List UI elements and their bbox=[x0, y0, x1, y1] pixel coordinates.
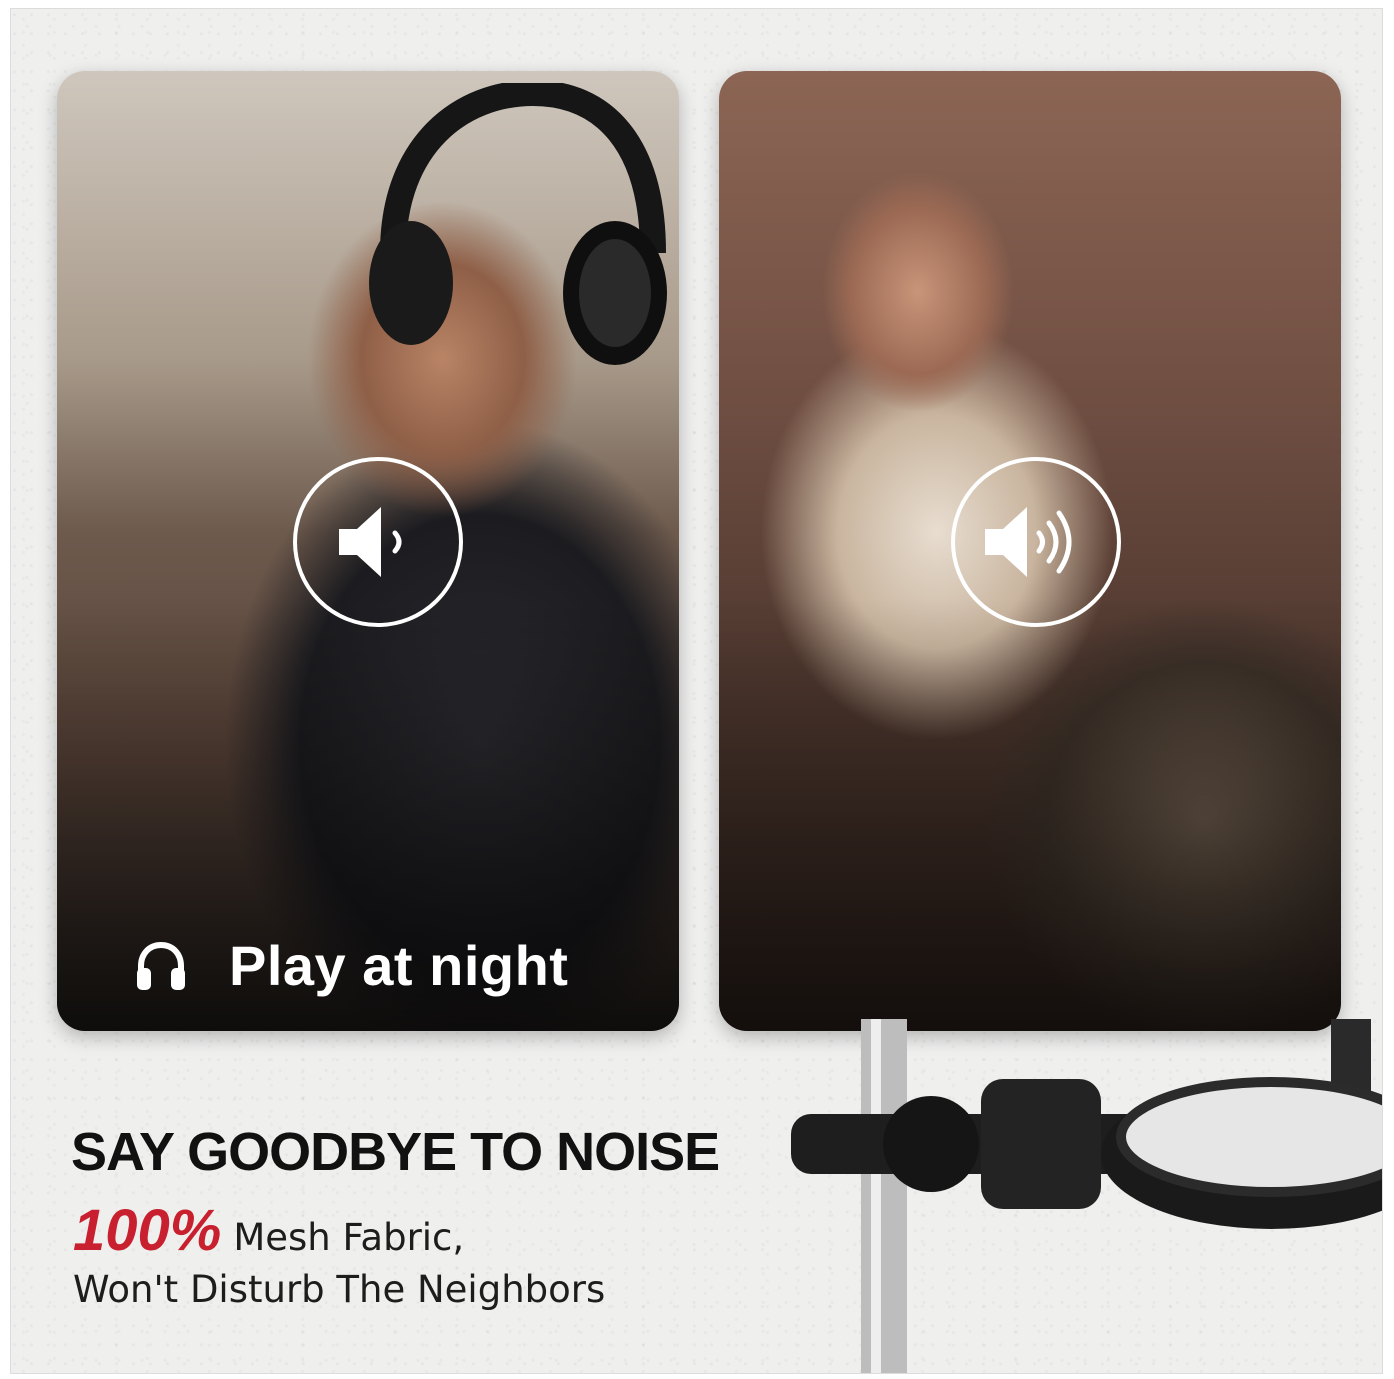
description-line-2: Won't Disturb The Neighbors bbox=[73, 1268, 606, 1311]
description-line-1: 100% Mesh Fabric, bbox=[73, 1202, 605, 1264]
speaker-low-volume-icon bbox=[339, 507, 402, 577]
card-loud bbox=[719, 71, 1341, 1031]
high-volume-indicator bbox=[951, 457, 1121, 627]
speaker-high-volume-icon bbox=[985, 507, 1072, 577]
description: 100% Mesh Fabric, Won't Disturb The Neigh… bbox=[73, 1202, 606, 1316]
product-image: Play at night SAY GOODBYE TO NOISE 100% M… bbox=[10, 8, 1383, 1374]
drum-pad-hardware-illustration bbox=[791, 1019, 1382, 1373]
card-label-text: Play at night bbox=[229, 934, 569, 997]
card-quiet: Play at night bbox=[57, 71, 679, 1031]
headphones-illustration bbox=[369, 83, 667, 365]
description-line-1-text: Mesh Fabric, bbox=[233, 1216, 465, 1259]
percent-highlight: 100% bbox=[73, 1198, 222, 1263]
play-at-night-label: Play at night bbox=[133, 933, 568, 998]
headline: SAY GOODBYE TO NOISE bbox=[71, 1122, 720, 1182]
low-volume-indicator bbox=[293, 457, 463, 627]
headphones-icon bbox=[137, 941, 185, 990]
